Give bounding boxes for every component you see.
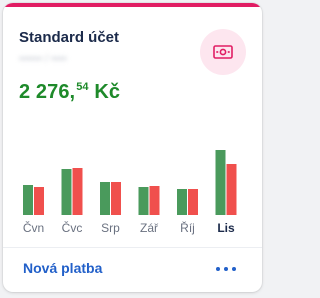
chart-bar — [111, 182, 121, 215]
chart-bar — [72, 168, 83, 215]
chart-bar — [226, 164, 237, 215]
chart-bar — [23, 185, 33, 215]
chart-bar — [149, 186, 160, 215]
card-accent-bar — [3, 3, 262, 7]
account-balance: 2 276,54 Kč — [19, 81, 120, 104]
chart-bar — [100, 182, 110, 215]
monthly-bar-chart: Čvn Čvc Srp Zář Říj Lis — [23, 150, 237, 235]
balance-currency: Kč — [88, 81, 121, 103]
more-dot — [216, 267, 220, 271]
balance-decimals: 54 — [76, 81, 89, 93]
more-dots-icon[interactable] — [213, 259, 239, 279]
chart-month-label[interactable]: Čvc — [62, 220, 83, 235]
chart-month-label[interactable]: Srp — [101, 221, 120, 235]
chart-month-label[interactable]: Zář — [140, 221, 159, 235]
chart-bar — [177, 189, 187, 215]
account-number: •••••• / •••• — [19, 53, 67, 65]
more-dot — [232, 267, 236, 271]
chart-bar — [61, 169, 72, 215]
account-title: Standard účet — [19, 29, 120, 46]
chart-bar — [138, 187, 149, 215]
chart-bar — [215, 150, 226, 215]
chart-month-label[interactable]: Lis — [217, 221, 235, 235]
chart-month-label[interactable]: Čvn — [23, 220, 44, 235]
chart-bar — [188, 189, 198, 215]
card-divider — [3, 247, 262, 248]
chart-bar — [34, 187, 44, 215]
banknote-icon — [213, 45, 233, 59]
new-payment-link[interactable]: Nová platba — [23, 260, 102, 276]
chart-month-label[interactable]: Říj — [180, 220, 195, 235]
banknote-icon-button[interactable] — [200, 29, 246, 75]
balance-main: 2 276, — [19, 81, 76, 103]
account-card[interactable]: Standard účet •••••• / •••• 2 276,54 Kč … — [3, 3, 262, 292]
more-dot — [224, 267, 228, 271]
